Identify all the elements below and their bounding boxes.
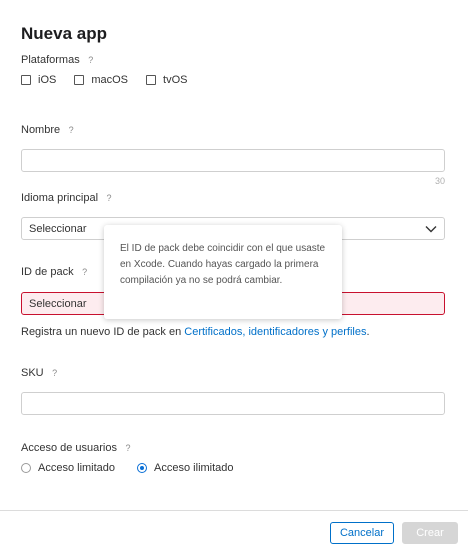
bundle-id-helper-text: Registra un nuevo ID de pack en Certific… [21,326,370,338]
access-unlimited-label: Acceso ilimitado [154,462,234,474]
language-label: Idioma principal ? [21,192,114,204]
create-button[interactable]: Crear [402,522,458,544]
cancel-button[interactable]: Cancelar [330,522,394,544]
language-help-icon[interactable]: ? [104,193,114,203]
platforms-label: Plataformas ? [21,54,96,66]
bundle-id-helper-prefix: Registra un nuevo ID de pack en [21,326,185,338]
bundle-id-helper-suffix: . [366,326,370,338]
sku-input[interactable] [21,392,445,415]
platform-tvos-checkbox[interactable] [146,75,157,85]
platform-ios-label: iOS [38,74,57,86]
footer-divider [0,510,468,511]
platforms-label-text: Plataformas [21,54,80,66]
platform-tvos-option[interactable]: tvOS [146,74,187,86]
name-help-icon[interactable]: ? [66,125,76,135]
certificates-link[interactable]: Certificados, identificadores y perfiles [184,326,366,338]
user-access-label: Acceso de usuarios ? [21,442,133,454]
platforms-help-icon[interactable]: ? [86,55,96,65]
platforms-checkbox-group: iOS macOS tvOS [21,74,205,86]
access-unlimited-radio[interactable] [137,463,148,473]
platform-macos-label: macOS [91,74,129,86]
language-select-value: Seleccionar [29,222,87,235]
sku-label: SKU ? [21,367,60,379]
user-access-radio-group: Acceso limitado Acceso ilimitado [21,462,256,474]
bundle-id-help-icon[interactable]: ? [80,267,90,277]
name-char-counter: 30 [434,176,445,186]
sku-label-text: SKU [21,367,44,379]
platform-macos-option[interactable]: macOS [74,74,128,86]
platform-tvos-label: tvOS [163,74,188,86]
platform-ios-checkbox[interactable] [21,75,31,85]
chevron-down-icon [425,225,437,232]
bundle-id-label-text: ID de pack [21,266,74,278]
platform-ios-option[interactable]: iOS [21,74,56,86]
access-limited-label: Acceso limitado [38,462,116,474]
name-label-text: Nombre [21,124,61,136]
user-access-help-icon[interactable]: ? [123,443,133,453]
user-access-label-text: Acceso de usuarios [21,442,117,454]
access-limited-option[interactable]: Acceso limitado [21,462,115,474]
bundle-id-tooltip: El ID de pack debe coincidir con el que … [104,225,342,319]
bundle-id-label: ID de pack ? [21,266,90,278]
access-unlimited-option[interactable]: Acceso ilimitado [137,462,234,474]
page-title: Nueva app [21,24,107,43]
bundle-id-select-value: Seleccionar [29,297,87,310]
language-label-text: Idioma principal [21,192,99,204]
name-label: Nombre ? [21,124,76,136]
access-limited-radio[interactable] [21,463,31,473]
name-input[interactable] [21,149,445,172]
sku-help-icon[interactable]: ? [50,368,60,378]
new-app-dialog: Nueva app Plataformas ? iOS macOS tvOS N… [0,0,468,550]
platform-macos-checkbox[interactable] [74,75,85,85]
